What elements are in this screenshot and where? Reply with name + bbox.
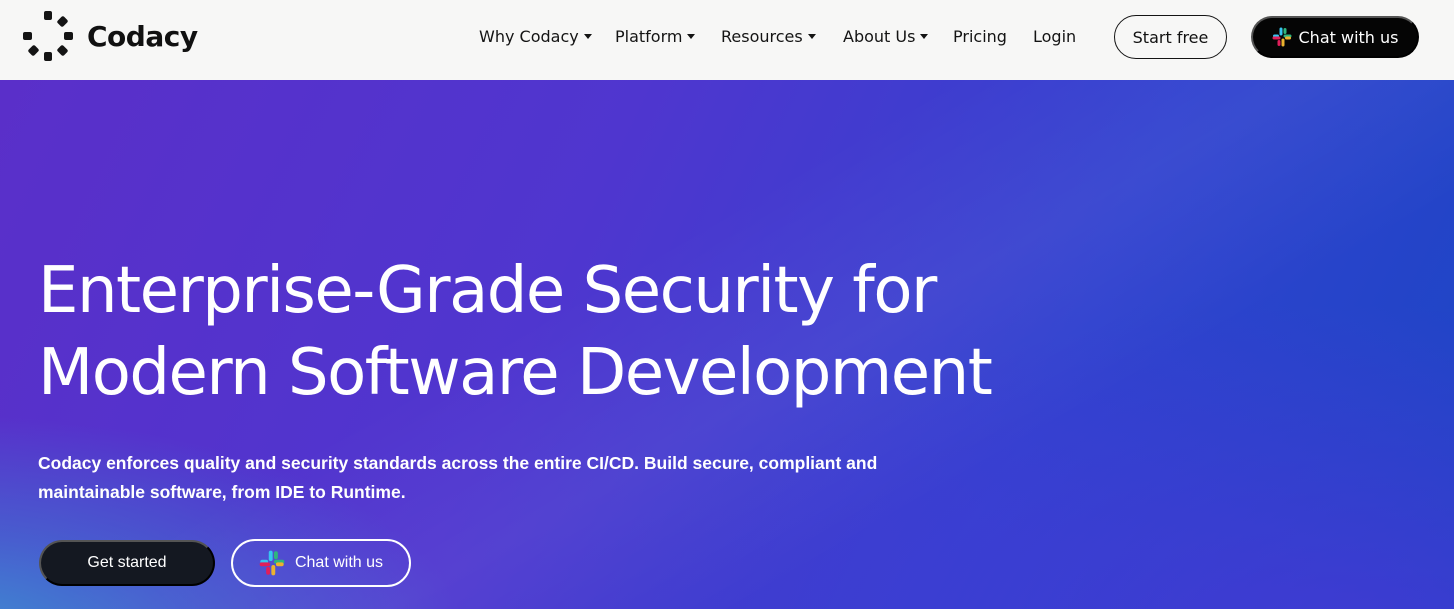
- codacy-ring-icon: [23, 11, 73, 61]
- nav-item-label: Pricing: [953, 26, 1007, 46]
- get-started-button[interactable]: Get started: [39, 540, 215, 586]
- brand-name: Codacy: [87, 19, 198, 53]
- nav-item-resources[interactable]: Resources: [721, 24, 817, 48]
- caret-down-icon: [687, 34, 696, 39]
- site-header: Codacy Why Codacy Platform Resources Abo…: [0, 0, 1454, 80]
- nav-item-platform[interactable]: Platform: [615, 24, 696, 48]
- nav-item-login[interactable]: Login: [1033, 24, 1076, 48]
- nav-item-label: Resources: [721, 26, 803, 46]
- hero-subtitle-line: maintainable software, from IDE to Runti…: [38, 482, 406, 502]
- slack-icon: [259, 550, 285, 576]
- chat-with-us-hero-button[interactable]: Chat with us: [231, 539, 411, 587]
- hero-title-line: Enterprise-Grade Security for: [38, 254, 937, 328]
- nav-item-label: Why Codacy: [479, 26, 579, 46]
- hero-title: Enterprise-Grade Security for Modern Sof…: [38, 250, 1088, 414]
- nav-item-why-codacy[interactable]: Why Codacy: [479, 24, 593, 48]
- caret-down-icon: [807, 34, 816, 39]
- nav-item-label: Login: [1033, 26, 1077, 46]
- caret-down-icon: [583, 34, 592, 39]
- logo-link[interactable]: Codacy: [22, 11, 198, 61]
- hero-subtitle: Codacy enforces quality and security sta…: [38, 449, 938, 507]
- nav-item-label: Platform: [615, 26, 683, 46]
- start-free-button[interactable]: Start free: [1114, 15, 1227, 59]
- nav-item-pricing[interactable]: Pricing: [953, 24, 1007, 48]
- chat-with-us-header-button[interactable]: Chat with us: [1251, 16, 1419, 58]
- slack-icon: [1272, 27, 1291, 47]
- hero-subtitle-line: Codacy enforces quality and security sta…: [38, 453, 878, 473]
- chat-with-us-label: Chat with us: [294, 554, 384, 571]
- nav-item-label: About Us: [843, 26, 916, 46]
- nav-item-about-us[interactable]: About Us: [843, 24, 929, 48]
- hero-title-line: Modern Software Development: [38, 336, 993, 410]
- caret-down-icon: [920, 34, 929, 39]
- chat-with-us-label: Chat with us: [1298, 27, 1399, 47]
- hero-section: Enterprise-Grade Security for Modern Sof…: [0, 80, 1454, 609]
